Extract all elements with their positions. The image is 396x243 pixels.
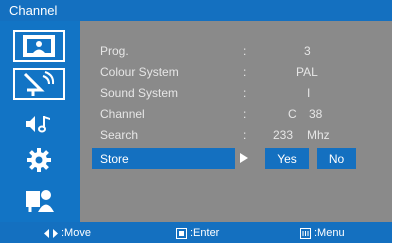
hint-move: :Move	[44, 227, 91, 239]
row-value: C	[288, 107, 297, 121]
sidebar	[0, 21, 80, 222]
menu-row-search[interactable]: Search : 233 Mhz	[80, 124, 392, 145]
row-value: 233	[273, 128, 294, 142]
row-label: Colour System	[100, 65, 179, 79]
people-icon	[26, 190, 54, 212]
antenna-icon	[23, 71, 55, 96]
gear-icon	[27, 148, 51, 172]
window-title: Channel	[0, 0, 392, 21]
row-colon: :	[243, 86, 247, 100]
menu-row-colour-system[interactable]: Colour System : PAL	[80, 61, 392, 82]
footer-hints: :Move :Enter :Menu	[0, 222, 392, 243]
row-label: Prog.	[100, 44, 129, 58]
row-label: Sound System	[100, 86, 179, 100]
picture-icon	[23, 35, 55, 57]
menu-panel: Prog. : 3 Colour System : PAL Sound Syst…	[80, 21, 392, 222]
enter-key-icon	[176, 227, 187, 239]
tv-osd-menu: Channel Prog.: 3 Colour System: PAL So…	[0, 0, 396, 243]
row-value: 3	[304, 44, 311, 58]
sound-icon	[26, 116, 50, 133]
row-value: I	[307, 86, 311, 100]
no-button[interactable]: No	[317, 148, 356, 169]
menu-row-prog[interactable]: Prog. : 3	[80, 40, 392, 61]
hint-enter: :Enter	[176, 227, 219, 239]
sidebar-item-channel[interactable]	[13, 68, 65, 100]
menu-row-store[interactable]: Store Yes No	[80, 148, 392, 169]
hint-enter-label: :Enter	[190, 227, 220, 239]
sidebar-item-lock[interactable]	[13, 184, 65, 216]
hint-menu: :Menu	[300, 227, 345, 239]
row-colon: :	[243, 44, 247, 58]
row-colon: :	[243, 128, 247, 142]
hint-menu-label: :Menu	[314, 227, 345, 239]
row-colon: :	[243, 107, 247, 121]
row-value: PAL	[296, 65, 318, 79]
menu-row-sound-system[interactable]: Sound System : I	[80, 82, 392, 103]
row-label: Channel	[100, 107, 145, 121]
sidebar-item-picture[interactable]	[13, 30, 65, 62]
hint-move-label: :Move	[61, 227, 91, 239]
row-label: Store	[100, 152, 129, 166]
row-value-secondary: Mhz	[307, 128, 330, 142]
row-value-secondary: 38	[309, 107, 323, 121]
menu-row-channel[interactable]: Channel : C 38	[80, 103, 392, 124]
arrow-right-icon	[240, 153, 248, 163]
sidebar-item-setup[interactable]	[13, 144, 65, 176]
yes-button[interactable]: Yes	[265, 148, 309, 169]
left-right-arrows-icon	[44, 228, 58, 238]
row-label: Search	[100, 128, 139, 142]
sidebar-item-sound[interactable]	[13, 108, 65, 140]
row-colon: :	[243, 65, 247, 79]
menu-key-icon	[300, 227, 311, 239]
